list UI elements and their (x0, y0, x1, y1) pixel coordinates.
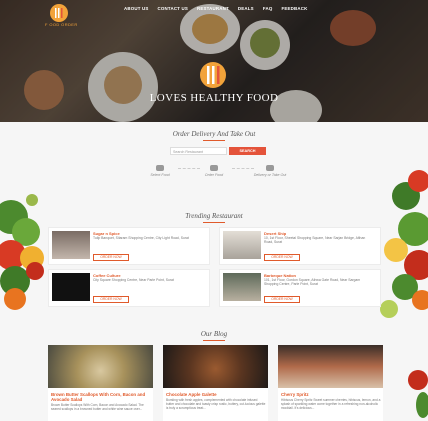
order-now-button[interactable]: ORDER NOW (93, 296, 129, 303)
blog-image (48, 345, 153, 388)
restaurant-card[interactable]: Coffee Culture City Square Shopping Cent… (48, 269, 210, 307)
main-nav: ABOUT US CONTACT US RESTAURANT DEALS FAQ… (124, 6, 307, 11)
order-section-title: Order Delivery And Take Out (172, 130, 256, 138)
restaurant-card[interactable]: Barbeque Nation 101, 1st Floor, Gordon S… (219, 269, 381, 307)
restaurant-card[interactable]: Sugar n Spice Tulip Banquet, Sitaram Sho… (48, 227, 210, 265)
food-icon (156, 165, 164, 171)
hero-logo-icon (200, 62, 226, 88)
trending-title-underline (203, 222, 225, 223)
blog-title-underline (203, 340, 225, 341)
restaurant-address: City Square Shopping Centre, Near Parle … (93, 278, 174, 282)
restaurant-thumbnail (223, 273, 261, 301)
order-now-button[interactable]: ORDER NOW (93, 254, 129, 261)
nav-deals[interactable]: DEALS (238, 6, 254, 11)
nav-feedback[interactable]: FEEDBACK (281, 6, 307, 11)
step-label: Delivery or Take Out (253, 173, 287, 177)
restaurant-thumbnail (52, 231, 90, 259)
nav-faq[interactable]: FAQ (263, 6, 273, 11)
search-input[interactable]: Search Restaurant (170, 147, 227, 155)
restaurant-thumbnail (223, 231, 261, 259)
blog-image (278, 345, 383, 388)
nav-restaurant[interactable]: RESTAURANT (197, 6, 229, 11)
trending-section-title: Trending Restaurant (185, 212, 243, 220)
blog-post-excerpt: Bursting with fresh apples, complemented… (166, 398, 266, 410)
blog-section-title: Our Blog (200, 330, 228, 338)
blog-post-title[interactable]: Chocolate Apple Galette (166, 392, 266, 397)
blog-card[interactable]: Brown Butter Scallops With Corn, Bacon a… (48, 345, 153, 421)
blog-image (163, 345, 268, 388)
delivery-icon (266, 165, 274, 171)
blog-post-title[interactable]: Brown Butter Scallops With Corn, Bacon a… (51, 392, 151, 402)
restaurant-address: 101, 1st Floor, Gordon Square, Athwa Gat… (264, 278, 361, 287)
order-now-button[interactable]: ORDER NOW (264, 296, 300, 303)
blog-card[interactable]: Chocolate Apple Galette Bursting with fr… (163, 345, 268, 421)
nav-contact-us[interactable]: CONTACT US (158, 6, 188, 11)
blog-post-excerpt: Hibiscus Cherry Spritz Sweet summer cher… (281, 398, 381, 410)
nav-about-us[interactable]: ABOUT US (124, 6, 149, 11)
step-order-food: Order Food (194, 165, 234, 177)
step-select-food: Select Food (140, 165, 180, 177)
blog-post-title[interactable]: Cherry Spritz (281, 392, 381, 397)
blog-post-excerpt: Brown Butter Scallops With Corn, Bacon a… (51, 403, 144, 411)
order-steps: Select Food Order Food Delivery or Take … (140, 165, 290, 185)
cart-icon (210, 165, 218, 171)
step-label: Order Food (204, 173, 224, 177)
logo-text: F OOD ORDER (45, 22, 78, 27)
step-label: Select Food (150, 173, 170, 177)
restaurant-card[interactable]: Desert Ship 10, 1st Floor, Sheetal Shopp… (219, 227, 381, 265)
order-title-underline (203, 140, 225, 141)
logo-icon[interactable] (48, 4, 70, 22)
restaurant-thumbnail (52, 273, 90, 301)
blog-card[interactable]: Cherry Spritz Hibiscus Cherry Spritz Swe… (278, 345, 383, 421)
order-now-button[interactable]: ORDER NOW (264, 254, 300, 261)
restaurant-address: 10, 1st Floor, Sheetal Shopping Square, … (264, 236, 366, 245)
search-button[interactable]: SEARCH (229, 147, 266, 155)
hero-banner: F OOD ORDER ABOUT US CONTACT US RESTAURA… (0, 0, 428, 122)
step-delivery: Delivery or Take Out (250, 165, 290, 177)
hero-title: LOVES HEALTHY FOOD (149, 92, 279, 104)
restaurant-address: Tulip Banquet, Sitaram Shopping Centre, … (93, 236, 189, 240)
